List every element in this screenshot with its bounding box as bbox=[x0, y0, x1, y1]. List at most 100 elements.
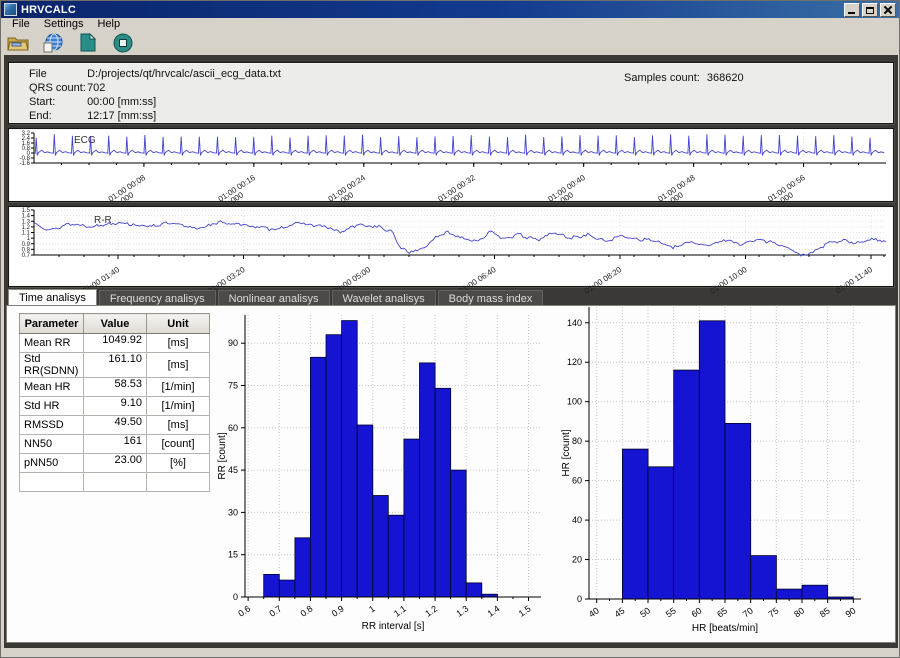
svg-text:0: 0 bbox=[577, 594, 582, 604]
report-icon bbox=[80, 33, 96, 52]
svg-text:1: 1 bbox=[367, 603, 377, 614]
svg-text:120: 120 bbox=[567, 357, 582, 367]
svg-text:65: 65 bbox=[715, 605, 729, 619]
open-file-button[interactable] bbox=[6, 32, 30, 54]
svg-text:45: 45 bbox=[613, 605, 627, 619]
info-row-end: End: 12:17 [mm:ss] bbox=[29, 110, 156, 122]
tab-wavelet-analysis[interactable]: Wavelet analisys bbox=[332, 290, 436, 305]
report-button[interactable] bbox=[76, 32, 100, 54]
svg-text:40: 40 bbox=[587, 605, 601, 619]
svg-text:70: 70 bbox=[741, 605, 755, 619]
exit-icon bbox=[113, 33, 133, 53]
table-row[interactable]: Std HR9.10[1/min] bbox=[20, 397, 210, 416]
samples-count-label: Samples count: bbox=[624, 72, 700, 84]
file-info-panel: File D:/projects/qt/hrvcalc/ascii_ecg_da… bbox=[8, 62, 894, 124]
svg-text:1.4: 1.4 bbox=[486, 603, 502, 618]
ecg-plot: 01:00 00:0800001:00 00:1600001:00 00:240… bbox=[10, 129, 892, 201]
tab-body-mass-index[interactable]: Body mass index bbox=[438, 290, 544, 305]
svg-text:85: 85 bbox=[818, 605, 832, 619]
hr-histogram: 0204060801001201404045505560657075808590… bbox=[559, 307, 900, 643]
menu-file[interactable]: File bbox=[5, 18, 37, 30]
svg-text:0.7: 0.7 bbox=[22, 253, 31, 259]
app-icon bbox=[4, 3, 17, 16]
svg-text:55: 55 bbox=[664, 605, 678, 619]
restore-icon bbox=[866, 7, 874, 14]
svg-text:1.2: 1.2 bbox=[423, 603, 439, 618]
tab-frequency-analysis[interactable]: Frequency analisys bbox=[99, 290, 216, 305]
rr-histogram: 0 15 30 45 60 75 90 0.6 0.7 0.8 0.9 1 1.1 1.2 1.3 1.4 1.… bbox=[211, 307, 561, 643]
table-row-empty[interactable] bbox=[20, 473, 210, 492]
svg-text:HR [count]: HR [count] bbox=[561, 429, 572, 476]
start-label: Start: bbox=[29, 96, 84, 108]
table-row[interactable]: pNN5023.00[%] bbox=[20, 454, 210, 473]
open-web-icon bbox=[43, 33, 63, 53]
file-label: File bbox=[29, 68, 84, 80]
svg-text:RR interval [s]: RR interval [s] bbox=[362, 621, 425, 632]
svg-text:RR [count]: RR [count] bbox=[217, 432, 228, 479]
qrs-count-value: 702 bbox=[87, 82, 105, 94]
svg-text:0.7: 0.7 bbox=[267, 603, 283, 618]
svg-text:HR [beats/min]: HR [beats/min] bbox=[692, 623, 758, 634]
header-unit[interactable]: Unit bbox=[147, 314, 210, 334]
svg-text:0.9: 0.9 bbox=[330, 603, 346, 618]
table-row[interactable]: Std RR(SDNN)161.10[ms] bbox=[20, 353, 210, 378]
svg-text:80: 80 bbox=[572, 436, 582, 446]
menu-settings[interactable]: Settings bbox=[37, 18, 91, 30]
svg-text:1.5: 1.5 bbox=[517, 603, 533, 618]
close-button[interactable] bbox=[880, 3, 896, 17]
rr-plot: 01:00 01:4001:00 03:2001:00 05:0001:00 0… bbox=[10, 207, 892, 286]
start-value: 00:00 [mm:ss] bbox=[87, 96, 156, 108]
restore-button[interactable] bbox=[862, 3, 878, 17]
minimize-icon bbox=[848, 12, 855, 14]
svg-text:30: 30 bbox=[228, 507, 238, 517]
open-web-button[interactable] bbox=[41, 32, 65, 54]
tab-nonlinear-analysis[interactable]: Nonlinear analisys bbox=[218, 290, 330, 305]
table-row[interactable]: Mean RR1049.92[ms] bbox=[20, 334, 210, 353]
svg-text:R-R: R-R bbox=[94, 215, 112, 226]
svg-text:ECG: ECG bbox=[74, 135, 96, 146]
svg-text:90: 90 bbox=[228, 338, 238, 348]
svg-text:20: 20 bbox=[572, 555, 582, 565]
analysis-tabbar: Time analisys Frequency analisys Nonline… bbox=[8, 289, 545, 305]
svg-text:0.6: 0.6 bbox=[236, 603, 252, 618]
info-row-start: Start: 00:00 [mm:ss] bbox=[29, 96, 156, 108]
titlebar[interactable]: HRVCALC bbox=[1, 1, 899, 18]
svg-text:75: 75 bbox=[767, 605, 781, 619]
svg-text:140: 140 bbox=[567, 318, 582, 328]
open-file-icon bbox=[7, 34, 29, 52]
svg-text:100: 100 bbox=[567, 397, 582, 407]
svg-text:1.1: 1.1 bbox=[392, 603, 408, 618]
menu-help[interactable]: Help bbox=[90, 18, 127, 30]
svg-text:50: 50 bbox=[638, 605, 652, 619]
header-value[interactable]: Value bbox=[84, 314, 147, 334]
app-window: HRVCALC File Settings Help bbox=[0, 0, 900, 658]
svg-text:0.8: 0.8 bbox=[299, 603, 315, 618]
window-title: HRVCALC bbox=[21, 4, 76, 16]
tab-time-analysis[interactable]: Time analisys bbox=[8, 289, 97, 305]
table-row[interactable]: RMSSD49.50[ms] bbox=[20, 416, 210, 435]
samples-count-value: 368620 bbox=[707, 72, 744, 84]
svg-text:60: 60 bbox=[228, 423, 238, 433]
exit-button[interactable] bbox=[111, 32, 135, 54]
svg-text:45: 45 bbox=[228, 465, 238, 475]
svg-text:-1.6: -1.6 bbox=[20, 161, 31, 167]
minimize-button[interactable] bbox=[844, 3, 860, 17]
svg-text:60: 60 bbox=[690, 605, 704, 619]
svg-text:90: 90 bbox=[844, 605, 858, 619]
toolbar bbox=[1, 30, 899, 55]
table-row[interactable]: NN50161[count] bbox=[20, 435, 210, 454]
svg-text:75: 75 bbox=[228, 381, 238, 391]
file-path: D:/projects/qt/hrvcalc/ascii_ecg_data.tx… bbox=[87, 68, 281, 80]
table-header-row: Parameter Value Unit bbox=[20, 314, 210, 334]
svg-text:1.3: 1.3 bbox=[454, 603, 470, 618]
svg-text:15: 15 bbox=[228, 550, 238, 560]
table-row[interactable]: Mean HR58.53[1/min] bbox=[20, 378, 210, 397]
end-label: End: bbox=[29, 110, 84, 122]
menubar: File Settings Help bbox=[1, 18, 899, 29]
svg-text:60: 60 bbox=[572, 476, 582, 486]
svg-text:0: 0 bbox=[233, 592, 238, 602]
header-parameter[interactable]: Parameter bbox=[20, 314, 84, 334]
samples-count: Samples count: 368620 bbox=[624, 72, 744, 84]
svg-text:40: 40 bbox=[572, 515, 582, 525]
hrv-parameters-table: Parameter Value Unit Mean RR1049.92[ms] … bbox=[19, 313, 210, 492]
